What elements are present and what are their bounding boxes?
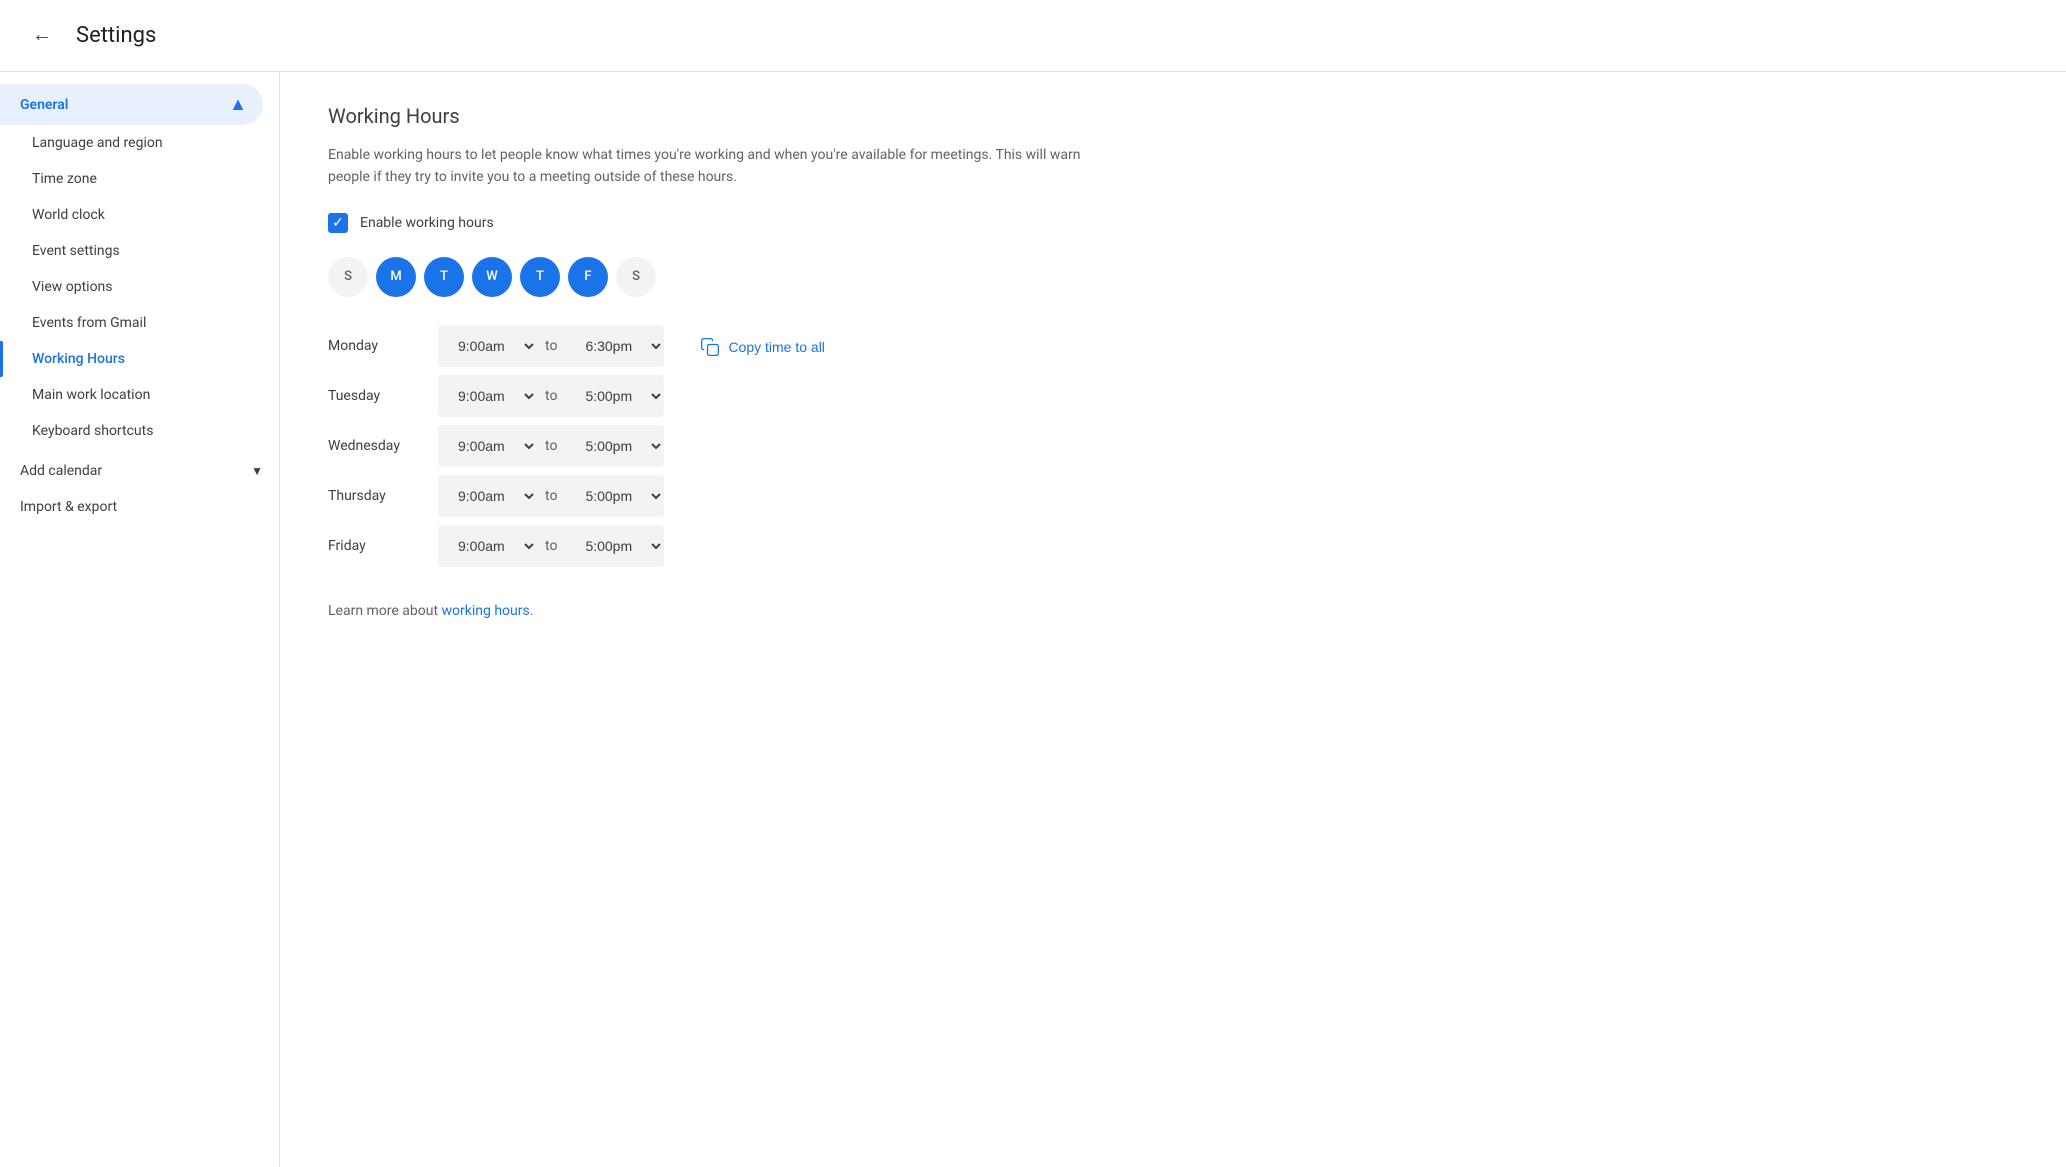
learn-more-text: Learn more about — [328, 603, 442, 619]
layout: General ▲ Language and region Time zone Wo… — [0, 72, 2066, 1167]
day-name-friday: Friday — [328, 538, 438, 554]
sidebar-item-working-hours[interactable]: Working Hours — [0, 341, 279, 377]
header: ← Settings — [0, 0, 2066, 72]
start-time-friday[interactable]: 9:00am — [438, 525, 537, 567]
working-hours-title: Working Hours — [328, 104, 2018, 128]
import-export-item[interactable]: Import & export — [0, 489, 279, 525]
add-calendar-item[interactable]: Add calendar ▼ — [0, 453, 279, 489]
working-hours-link[interactable]: working hours. — [442, 603, 534, 619]
chevron-down-icon: ▼ — [251, 464, 263, 478]
back-button[interactable]: ← — [24, 16, 60, 55]
general-section-header[interactable]: General ▲ — [0, 84, 263, 125]
chevron-up-icon: ▲ — [229, 94, 247, 115]
sidebar-item-label: World clock — [32, 207, 105, 223]
end-time-wednesday[interactable]: 5:00pm — [565, 425, 664, 467]
sidebar-item-label: Working Hours — [32, 351, 125, 367]
copy-time-label: Copy time to all — [728, 339, 824, 355]
start-time-thursday[interactable]: 9:00am — [438, 475, 537, 517]
end-time-monday[interactable]: 6:30pm — [565, 325, 664, 367]
day-circle-6[interactable]: S — [616, 257, 656, 297]
time-row-friday: Friday9:00amto5:00pm — [328, 525, 664, 567]
to-label: to — [537, 538, 565, 554]
day-name-tuesday: Tuesday — [328, 388, 438, 404]
page-title: Settings — [76, 23, 156, 48]
import-export-label: Import & export — [20, 499, 117, 515]
check-icon: ✓ — [332, 216, 344, 230]
to-label: to — [537, 488, 565, 504]
end-time-thursday[interactable]: 5:00pm — [565, 475, 664, 517]
to-label: to — [537, 438, 565, 454]
sidebar-item-language-region[interactable]: Language and region — [0, 125, 279, 161]
day-circles: SMTWTFS — [328, 257, 2018, 297]
sidebar-item-label: Events from Gmail — [32, 315, 146, 331]
time-block-monday: 9:00amto6:30pm — [438, 325, 664, 367]
to-label: to — [537, 388, 565, 404]
copy-time-button[interactable]: Copy time to all — [688, 329, 836, 365]
general-label: General — [20, 97, 68, 113]
day-name-wednesday: Wednesday — [328, 438, 438, 454]
time-row-monday: Monday9:00amto6:30pm — [328, 325, 664, 367]
general-section: General ▲ Language and region Time zone Wo… — [0, 84, 279, 449]
add-calendar-label: Add calendar — [20, 463, 102, 479]
time-block-thursday: 9:00amto5:00pm — [438, 475, 664, 517]
sidebar-item-world-clock[interactable]: World clock — [0, 197, 279, 233]
time-row-wednesday: Wednesday9:00amto5:00pm — [328, 425, 664, 467]
sidebar-items: Language and region Time zone World clock E… — [0, 125, 279, 449]
end-time-friday[interactable]: 5:00pm — [565, 525, 664, 567]
time-rows-wrapper: Monday9:00amto6:30pmTuesday9:00amto5:00p… — [328, 325, 2018, 571]
day-circle-5[interactable]: F — [568, 257, 608, 297]
start-time-wednesday[interactable]: 9:00am — [438, 425, 537, 467]
enable-checkbox-row: ✓ Enable working hours — [328, 213, 2018, 233]
sidebar-item-keyboard-shortcuts[interactable]: Keyboard shortcuts — [0, 413, 279, 449]
time-block-tuesday: 9:00amto5:00pm — [438, 375, 664, 417]
day-name-thursday: Thursday — [328, 488, 438, 504]
sidebar-item-time-zone[interactable]: Time zone — [0, 161, 279, 197]
copy-icon — [700, 337, 720, 357]
time-row-thursday: Thursday9:00amto5:00pm — [328, 475, 664, 517]
main-content: Working Hours Enable working hours to le… — [280, 72, 2066, 1167]
sidebar-item-label: Language and region — [32, 135, 163, 151]
day-circle-4[interactable]: T — [520, 257, 560, 297]
sidebar-item-view-options[interactable]: View options — [0, 269, 279, 305]
sidebar-item-events-from-gmail[interactable]: Events from Gmail — [0, 305, 279, 341]
to-label: to — [537, 338, 565, 354]
sidebar-item-event-settings[interactable]: Event settings — [0, 233, 279, 269]
sidebar: General ▲ Language and region Time zone Wo… — [0, 72, 280, 1167]
time-block-wednesday: 9:00amto5:00pm — [438, 425, 664, 467]
day-circle-2[interactable]: T — [424, 257, 464, 297]
time-rows: Monday9:00amto6:30pmTuesday9:00amto5:00p… — [328, 325, 664, 571]
sidebar-item-label: Main work location — [32, 387, 150, 403]
learn-more: Learn more about working hours. — [328, 603, 2018, 619]
end-time-tuesday[interactable]: 5:00pm — [565, 375, 664, 417]
day-circle-3[interactable]: W — [472, 257, 512, 297]
start-time-monday[interactable]: 9:00am — [438, 325, 537, 367]
time-block-friday: 9:00amto5:00pm — [438, 525, 664, 567]
enable-checkbox[interactable]: ✓ — [328, 213, 348, 233]
day-circle-0[interactable]: S — [328, 257, 368, 297]
back-icon: ← — [32, 24, 52, 47]
sidebar-item-main-work-location[interactable]: Main work location — [0, 377, 279, 413]
sidebar-item-label: View options — [32, 279, 113, 295]
day-name-monday: Monday — [328, 338, 438, 354]
sidebar-item-label: Keyboard shortcuts — [32, 423, 153, 439]
enable-checkbox-label: Enable working hours — [360, 215, 494, 231]
day-circle-1[interactable]: M — [376, 257, 416, 297]
sidebar-item-label: Event settings — [32, 243, 120, 259]
time-row-tuesday: Tuesday9:00amto5:00pm — [328, 375, 664, 417]
start-time-tuesday[interactable]: 9:00am — [438, 375, 537, 417]
working-hours-description: Enable working hours to let people know … — [328, 144, 1108, 189]
sidebar-item-label: Time zone — [32, 171, 97, 187]
